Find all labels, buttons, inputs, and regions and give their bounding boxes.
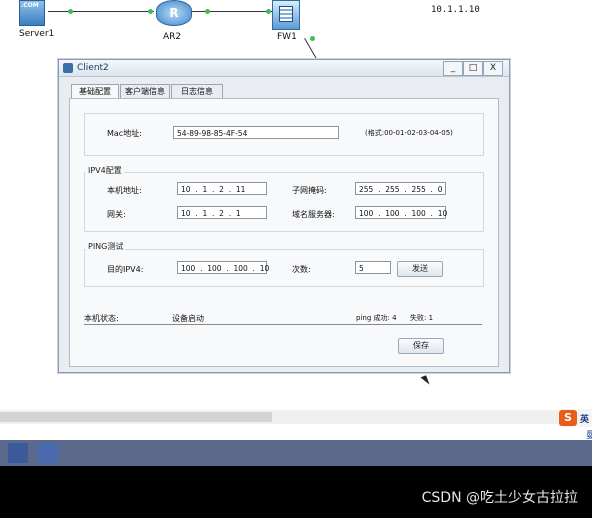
mac-label: Mac地址: [107,129,142,138]
ipv4-group: 本机地址: 10 . 1 . 2 . 11 子网掩码: 255 . 255 . … [84,172,484,232]
ime-language: 英 [580,415,590,425]
gateway-input[interactable]: 10 . 1 . 2 . 1 [177,206,267,219]
taskbar [0,440,592,466]
fw1-node[interactable] [270,0,302,30]
fw1-label: FW1 [277,32,297,42]
device-status-label: 本机状态: [84,314,119,323]
mouse-cursor-icon [420,375,430,387]
mac-input[interactable]: 54-89-98-85-4F-54 [173,126,339,139]
ping-fail-count: 失败: 1 [410,314,434,322]
basic-config-panel: Mac地址: 54-89-98-85-4F-54 (格式:00-01-02-03… [69,98,499,367]
taskbar-app-icon-2[interactable] [38,443,58,463]
dest-ipv4-input[interactable]: 100 . 100 . 100 . 10 [177,261,269,274]
ip-label: 10.1.1.10 [431,5,480,15]
title-bar[interactable]: Client2 _ □ X [59,60,509,77]
subnet-mask-input[interactable]: 255 . 255 . 255 . 0 [355,182,446,195]
ar2-node[interactable]: R [154,0,192,26]
taskbar-app-icon-1[interactable] [8,443,28,463]
tab-log-info[interactable]: 日志信息 [171,84,223,98]
gateway-label: 网关: [107,210,126,219]
ping-group: 目的IPV4: 100 . 100 . 100 . 10 次数: 5 发送 [84,249,484,287]
watermark-text: CSDN @吃土少女古拉拉 [421,490,578,506]
ping-success-count: ping 成功: 4 [356,314,397,322]
window-title: Client2 [77,63,109,73]
router-icon-text: R [169,6,179,20]
host-ip-input[interactable]: 10 . 1 . 2 . 11 [177,182,267,195]
server-icon: .COM [19,0,45,26]
ping-group-title: PING测试 [86,241,126,252]
dns-server-label: 域名服务器: [292,210,335,219]
router-icon: R [156,0,192,26]
server-icon-text: .COM [21,2,39,9]
ime-logo-icon: S [559,410,577,426]
tab-basic-config[interactable]: 基础配置 [71,84,119,99]
count-input[interactable]: 5 [355,261,391,274]
count-label: 次数: [292,265,311,274]
subnet-mask-label: 子网掩码: [292,186,327,195]
mac-group: Mac地址: 54-89-98-85-4F-54 (格式:00-01-02-03… [84,113,484,156]
ime-indicator[interactable]: S 英 [558,409,592,427]
send-button[interactable]: 发送 [397,261,443,277]
ipv4-group-title: IPV4配置 [86,165,124,176]
tab-client-info[interactable]: 客户端信息 [120,84,170,98]
device-status-value: 设备启动 [172,314,204,323]
dns-server-input[interactable]: 100 . 100 . 100 . 10 [355,206,447,219]
host-ip-label: 本机地址: [107,186,142,195]
scrollbar-thumb[interactable] [0,412,272,422]
status-divider [84,324,482,325]
firewall-icon-detail [279,6,293,22]
client2-window: Client2 _ □ X 基础配置 客户端信息 日志信息 Mac地址: 54-… [58,59,510,373]
dest-ipv4-label: 目的IPV4: [107,265,144,274]
server1-node[interactable]: .COM [17,0,47,26]
save-button[interactable]: 保存 [398,338,444,354]
app-icon [63,63,73,73]
minimize-button[interactable]: _ [443,61,463,76]
maximize-button[interactable]: □ [463,61,483,76]
server1-label: Server1 [19,29,55,39]
mac-format-hint: (格式:00-01-02-03-04-05) [365,129,453,137]
close-button[interactable]: X [483,61,503,76]
ar2-label: AR2 [163,32,182,42]
